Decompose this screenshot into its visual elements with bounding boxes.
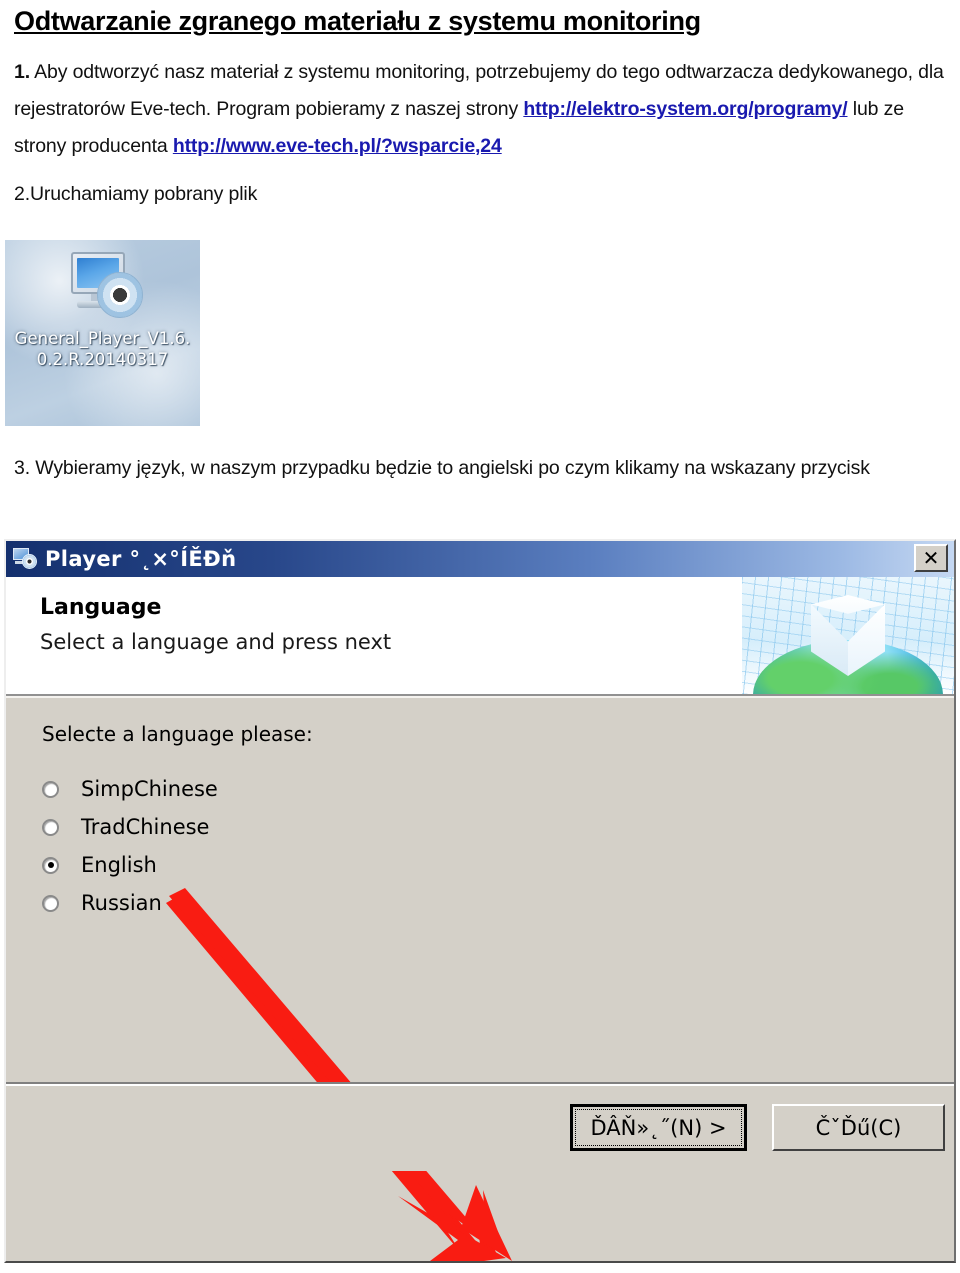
banner-heading: Language — [40, 595, 162, 620]
radio-russian[interactable]: Russian — [42, 884, 218, 922]
radio-icon[interactable] — [42, 894, 59, 912]
icon-label-line-3: 20140317 — [84, 350, 169, 369]
radio-english[interactable]: English — [42, 846, 218, 884]
next-button-label: ĎÂŇ»˛˝(N) > — [575, 1109, 742, 1146]
dialog-titlebar[interactable]: Player °˛×°ÍĚĐň ✕ — [6, 541, 954, 577]
step-2-paragraph: 2.Uruchamiamy pobrany plik — [14, 183, 258, 205]
dialog-banner: Language Select a language and press nex… — [6, 577, 954, 696]
banner-subheading: Select a language and press next — [40, 630, 392, 654]
radio-icon[interactable] — [42, 780, 59, 798]
radio-label: TradChinese — [81, 815, 210, 839]
desktop-icon-label: General_Player_V1.6.0.2.R.20140317 — [11, 328, 194, 370]
close-icon[interactable]: ✕ — [914, 544, 948, 572]
step-3-paragraph: 3. Wybieramy język, w naszym przypadku b… — [14, 457, 870, 479]
step-1-paragraph: 1. Aby odtworzyć nasz materiał z systemu… — [14, 54, 946, 165]
monitor-disc-icon — [57, 250, 149, 330]
page-title: Odtwarzanie zgranego materiału z systemu… — [14, 6, 701, 36]
desktop-screenshot: General_Player_V1.6.0.2.R.20140317 — [5, 240, 200, 426]
monitor-disc-icon — [12, 547, 38, 571]
radio-icon-selected[interactable] — [42, 856, 59, 874]
radio-tradchinese[interactable]: TradChinese — [42, 808, 218, 846]
language-prompt: Selecte a language please: — [42, 722, 313, 746]
language-radio-group[interactable]: SimpChinese TradChinese English Russian — [42, 770, 218, 922]
dialog-title: Player °˛×°ÍĚĐň — [45, 547, 237, 571]
icon-label-line-1: General_Playe — [14, 329, 133, 348]
installer-dialog: Player °˛×°ÍĚĐň ✕ Language Select a lang… — [4, 539, 956, 1263]
next-button[interactable]: ĎÂŇ»˛˝(N) > — [570, 1104, 747, 1151]
dialog-body: Selecte a language please: SimpChinese T… — [6, 696, 954, 1261]
dialog-footer: ĎÂŇ»˛˝(N) > ČˇĎű(C) — [6, 1082, 954, 1171]
link-eve-tech[interactable]: http://www.eve-tech.pl/?wsparcie,24 — [173, 135, 502, 157]
step-3-wrapper: 3. Wybieramy język, w naszym przypadku b… — [0, 444, 960, 487]
radio-simpchinese[interactable]: SimpChinese — [42, 770, 218, 808]
step-1-number: 1. — [14, 61, 30, 83]
link-elektro-system[interactable]: http://elektro-system.org/programy/ — [523, 98, 847, 120]
radio-label: Russian — [81, 891, 162, 915]
radio-icon[interactable] — [42, 818, 59, 836]
radio-label: English — [81, 853, 157, 877]
radio-label: SimpChinese — [81, 777, 218, 801]
cancel-button[interactable]: ČˇĎű(C) — [772, 1104, 945, 1151]
document-body: Odtwarzanie zgranego materiału z systemu… — [0, 4, 960, 209]
cube-globe-icon — [742, 577, 954, 694]
